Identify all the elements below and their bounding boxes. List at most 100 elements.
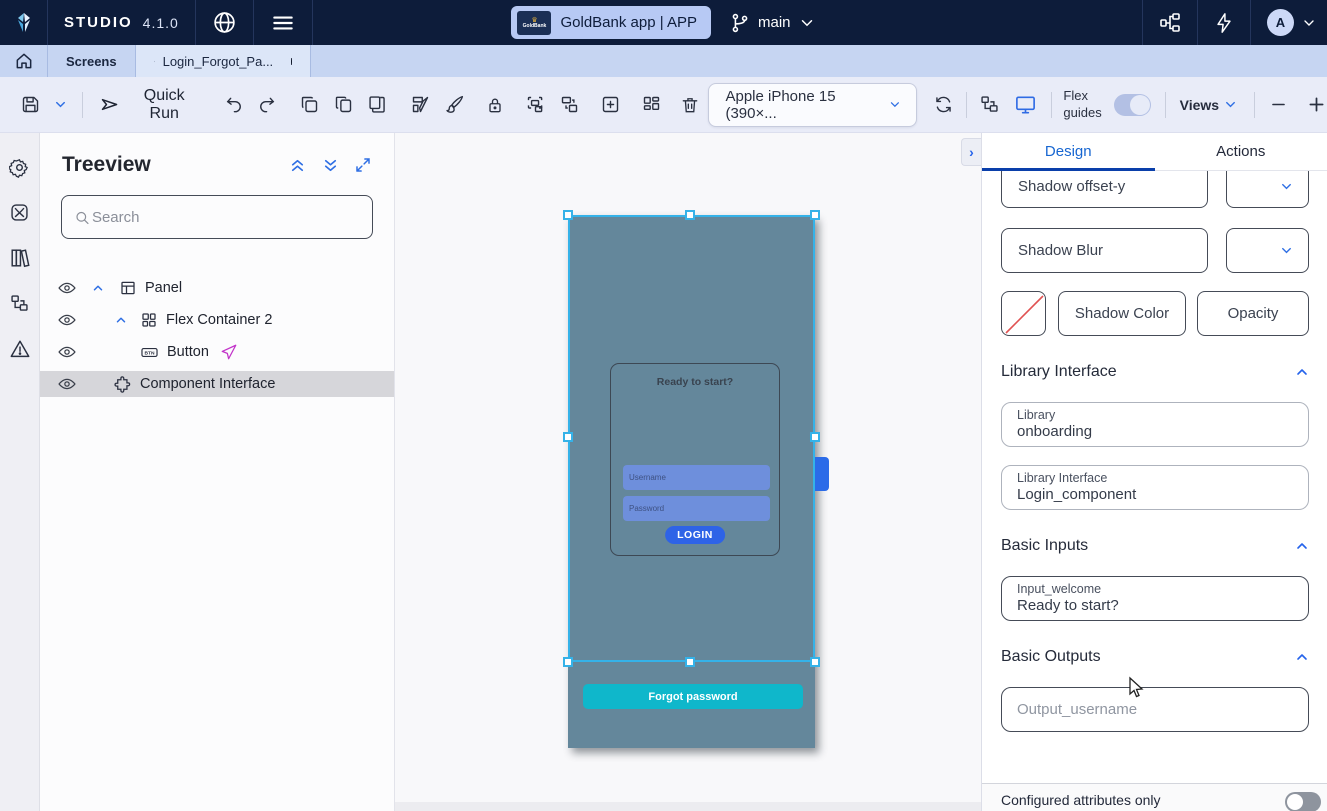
resize-handle-top-mid[interactable] bbox=[685, 210, 695, 220]
resize-handle-bottom-mid[interactable] bbox=[685, 657, 695, 667]
branch-selector[interactable]: main bbox=[729, 12, 816, 34]
resources-button[interactable] bbox=[9, 202, 30, 223]
settings-button[interactable] bbox=[9, 157, 30, 178]
library-button[interactable] bbox=[9, 247, 31, 269]
quick-run-button[interactable]: Quick Run bbox=[99, 87, 199, 123]
product-version: 4.1.0 bbox=[143, 15, 179, 31]
preview-monitor-button[interactable] bbox=[1014, 93, 1037, 116]
visibility-eye-icon[interactable] bbox=[57, 310, 77, 330]
shadow-color-swatch[interactable] bbox=[1001, 291, 1046, 336]
basic-inputs-section-header[interactable]: Basic Inputs bbox=[1001, 537, 1310, 555]
theme-brush-button[interactable] bbox=[444, 94, 465, 115]
username-field[interactable]: Username bbox=[623, 465, 770, 490]
search-input[interactable] bbox=[92, 209, 360, 226]
goldbank-logo: ♛ GoldBank bbox=[517, 11, 551, 35]
tab-login-forgot-page[interactable]: Login_Forgot_Pa... bbox=[136, 45, 311, 77]
expand-all-button[interactable] bbox=[321, 156, 340, 175]
tree-row-flex-container[interactable]: Flex Container 2 bbox=[40, 307, 394, 333]
resize-handle-bottom-left[interactable] bbox=[563, 657, 573, 667]
collapse-node-button[interactable] bbox=[91, 281, 105, 295]
add-container-button[interactable] bbox=[600, 94, 621, 115]
svg-text:BTN: BTN bbox=[144, 350, 155, 356]
screens-tree-button[interactable] bbox=[9, 293, 30, 314]
warnings-button[interactable] bbox=[9, 338, 31, 360]
tree-node-label: Button bbox=[167, 344, 209, 360]
password-field[interactable]: Password bbox=[623, 496, 770, 521]
canvas-horizontal-scrollbar[interactable] bbox=[395, 802, 981, 811]
zoom-in-button[interactable] bbox=[1306, 94, 1327, 115]
zoom-out-button[interactable] bbox=[1269, 95, 1288, 114]
resize-handle-top-right[interactable] bbox=[810, 210, 820, 220]
ungroup-button[interactable] bbox=[559, 94, 580, 115]
refresh-button[interactable] bbox=[933, 94, 954, 115]
main-menu-button[interactable] bbox=[254, 0, 313, 45]
views-dropdown[interactable]: Views bbox=[1180, 97, 1238, 113]
duplicate-button[interactable] bbox=[299, 94, 320, 115]
shadow-offset-y-field[interactable]: Shadow offset-y bbox=[1001, 171, 1208, 208]
chevron-down-icon bbox=[1301, 15, 1317, 31]
home-icon bbox=[14, 51, 34, 71]
shadow-offset-y-unit-select[interactable] bbox=[1226, 171, 1309, 208]
flex-guides-toggle[interactable] bbox=[1114, 94, 1151, 116]
library-interface-field[interactable]: Library Interface Login_component bbox=[1001, 465, 1309, 510]
selection-drag-tab[interactable] bbox=[815, 457, 829, 491]
output-username-field[interactable]: Output_username bbox=[1001, 687, 1309, 732]
tree-row-button[interactable]: BTN Button bbox=[40, 339, 394, 365]
paste-icon bbox=[367, 94, 388, 115]
collapse-all-button[interactable] bbox=[288, 156, 307, 175]
group-button[interactable] bbox=[525, 94, 546, 115]
library-interface-section-header[interactable]: Library Interface bbox=[1001, 363, 1310, 381]
expand-panel-button[interactable] bbox=[354, 156, 372, 175]
undo-button[interactable] bbox=[224, 95, 244, 115]
redo-button[interactable] bbox=[257, 95, 277, 115]
save-button[interactable] bbox=[20, 94, 41, 115]
save-options-button[interactable] bbox=[53, 97, 68, 112]
user-menu[interactable]: A bbox=[1250, 0, 1327, 45]
language-button[interactable] bbox=[196, 0, 254, 45]
basic-outputs-section-header[interactable]: Basic Outputs bbox=[1001, 648, 1310, 666]
delete-button[interactable] bbox=[680, 95, 700, 115]
inspector-scroll-area[interactable]: Shadow offset-y Shadow Blur Shadow Color bbox=[982, 171, 1327, 783]
login-button[interactable]: LOGIN bbox=[665, 526, 725, 544]
input-welcome-field[interactable]: Input_welcome Ready to start? bbox=[1001, 576, 1309, 621]
resize-handle-mid-right[interactable] bbox=[810, 432, 820, 442]
visibility-eye-icon[interactable] bbox=[57, 374, 77, 394]
tab-actions[interactable]: Actions bbox=[1155, 133, 1327, 170]
collapse-node-button[interactable] bbox=[114, 313, 128, 327]
copy-button[interactable] bbox=[333, 94, 354, 115]
device-select[interactable]: Apple iPhone 15 (390×... bbox=[708, 83, 916, 127]
tree-row-panel[interactable]: Panel bbox=[40, 275, 394, 301]
quick-actions-button[interactable] bbox=[1197, 0, 1250, 45]
forgot-password-button[interactable]: Forgot password bbox=[583, 684, 803, 709]
shadow-blur-field[interactable]: Shadow Blur bbox=[1001, 228, 1208, 273]
design-canvas[interactable]: Ready to start? Username Password LOGIN … bbox=[395, 133, 981, 811]
save-icon bbox=[20, 94, 41, 115]
configured-attributes-toggle[interactable] bbox=[1285, 792, 1321, 811]
visibility-eye-icon[interactable] bbox=[57, 278, 77, 298]
resize-handle-mid-left[interactable] bbox=[563, 432, 573, 442]
shadow-color-button[interactable]: Shadow Color bbox=[1058, 291, 1186, 336]
library-field[interactable]: Library onboarding bbox=[1001, 402, 1309, 447]
visibility-eye-icon[interactable] bbox=[57, 342, 77, 362]
resize-handle-top-left[interactable] bbox=[563, 210, 573, 220]
design-tokens-button[interactable] bbox=[410, 94, 431, 115]
app-badge[interactable]: ♛ GoldBank GoldBank app | APP bbox=[511, 6, 711, 39]
opacity-button[interactable]: Opacity bbox=[1197, 291, 1309, 336]
welcome-text[interactable]: Ready to start? bbox=[611, 376, 779, 388]
knowledge-base-button[interactable] bbox=[1142, 0, 1197, 45]
phone-mockup[interactable]: Ready to start? Username Password LOGIN … bbox=[568, 215, 815, 748]
tree-view-toggle-button[interactable] bbox=[979, 94, 1000, 115]
tab-screens[interactable]: Screens bbox=[48, 45, 136, 77]
paste-button[interactable] bbox=[367, 94, 388, 115]
shadow-blur-unit-select[interactable] bbox=[1226, 228, 1309, 273]
editor-toolbar: Quick Run bbox=[0, 77, 1327, 133]
inspector-collapse-handle[interactable]: › bbox=[961, 138, 981, 166]
layout-grid-button[interactable] bbox=[641, 94, 662, 115]
resize-handle-bottom-right[interactable] bbox=[810, 657, 820, 667]
tab-design[interactable]: Design bbox=[982, 133, 1155, 170]
lock-button[interactable] bbox=[485, 95, 505, 115]
home-button[interactable] bbox=[0, 45, 48, 77]
studio-logo[interactable] bbox=[0, 0, 48, 45]
tree-row-component-interface[interactable]: Component Interface bbox=[40, 371, 394, 397]
login-form-panel[interactable]: Ready to start? Username Password LOGIN bbox=[610, 363, 780, 556]
